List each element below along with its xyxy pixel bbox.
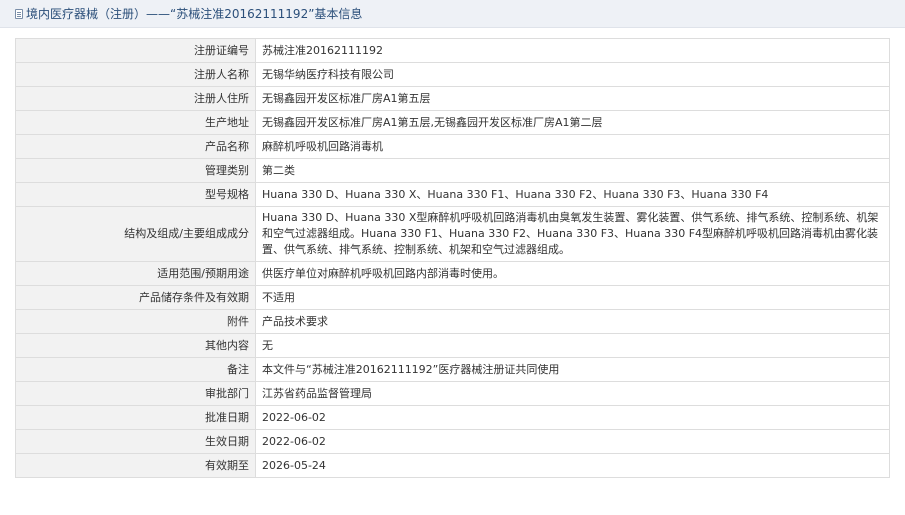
row-label: 审批部门: [15, 381, 256, 406]
table-row: 注册人住所 无锡鑫园开发区标准厂房A1第五层: [15, 86, 890, 111]
row-label: 管理类别: [15, 158, 256, 183]
row-value: 第二类: [255, 158, 890, 183]
row-label: 注册证编号: [15, 38, 256, 63]
row-value: 麻醉机呼吸机回路消毒机: [255, 134, 890, 159]
row-label: 注册人名称: [15, 62, 256, 87]
row-label: 结构及组成/主要组成成分: [15, 206, 256, 262]
row-value: 江苏省药品监督管理局: [255, 381, 890, 406]
info-table: 注册证编号 苏械注准20162111192 注册人名称 无锡华纳医疗科技有限公司…: [15, 38, 890, 478]
row-value: 无锡鑫园开发区标准厂房A1第五层,无锡鑫园开发区标准厂房A1第二层: [255, 110, 890, 135]
row-value: Huana 330 D、Huana 330 X型麻醉机呼吸机回路消毒机由臭氧发生…: [255, 206, 890, 262]
table-row: 结构及组成/主要组成成分 Huana 330 D、Huana 330 X型麻醉机…: [15, 206, 890, 262]
table-row: 附件 产品技术要求: [15, 309, 890, 334]
page-header: 境内医疗器械（注册）——“苏械注准20162111192”基本信息: [0, 0, 905, 28]
page-title: 境内医疗器械（注册）——“苏械注准20162111192”基本信息: [26, 7, 363, 21]
row-label: 批准日期: [15, 405, 256, 430]
table-row: 注册证编号 苏械注准20162111192: [15, 38, 890, 63]
table-row: 适用范围/预期用途 供医疗单位对麻醉机呼吸机回路内部消毒时使用。: [15, 261, 890, 286]
table-row: 有效期至 2026-05-24: [15, 453, 890, 478]
table-row: 批准日期 2022-06-02: [15, 405, 890, 430]
row-label: 产品储存条件及有效期: [15, 285, 256, 310]
row-value: 苏械注准20162111192: [255, 38, 890, 63]
table-row: 生产地址 无锡鑫园开发区标准厂房A1第五层,无锡鑫园开发区标准厂房A1第二层: [15, 110, 890, 135]
row-label: 生产地址: [15, 110, 256, 135]
row-label: 其他内容: [15, 333, 256, 358]
row-label: 产品名称: [15, 134, 256, 159]
row-value: 产品技术要求: [255, 309, 890, 334]
row-value: 不适用: [255, 285, 890, 310]
table-row: 其他内容 无: [15, 333, 890, 358]
row-value: 2022-06-02: [255, 429, 890, 454]
row-value: 无: [255, 333, 890, 358]
row-label: 备注: [15, 357, 256, 382]
row-label: 适用范围/预期用途: [15, 261, 256, 286]
row-value: 无锡华纳医疗科技有限公司: [255, 62, 890, 87]
row-value: Huana 330 D、Huana 330 X、Huana 330 F1、Hua…: [255, 182, 890, 207]
row-label: 附件: [15, 309, 256, 334]
row-value: 供医疗单位对麻醉机呼吸机回路内部消毒时使用。: [255, 261, 890, 286]
row-value: 无锡鑫园开发区标准厂房A1第五层: [255, 86, 890, 111]
row-label: 有效期至: [15, 453, 256, 478]
table-row: 产品名称 麻醉机呼吸机回路消毒机: [15, 134, 890, 159]
document-icon: [15, 8, 23, 19]
row-label: 注册人住所: [15, 86, 256, 111]
table-row: 审批部门 江苏省药品监督管理局: [15, 381, 890, 406]
info-table-container: 注册证编号 苏械注准20162111192 注册人名称 无锡华纳医疗科技有限公司…: [15, 38, 890, 478]
table-row: 注册人名称 无锡华纳医疗科技有限公司: [15, 62, 890, 87]
row-label: 生效日期: [15, 429, 256, 454]
table-row: 产品储存条件及有效期 不适用: [15, 285, 890, 310]
table-row: 生效日期 2022-06-02: [15, 429, 890, 454]
table-row: 管理类别 第二类: [15, 158, 890, 183]
row-value: 2022-06-02: [255, 405, 890, 430]
row-value: 本文件与“苏械注准20162111192”医疗器械注册证共同使用: [255, 357, 890, 382]
table-row: 备注 本文件与“苏械注准20162111192”医疗器械注册证共同使用: [15, 357, 890, 382]
row-value: 2026-05-24: [255, 453, 890, 478]
row-label: 型号规格: [15, 182, 256, 207]
table-row: 型号规格 Huana 330 D、Huana 330 X、Huana 330 F…: [15, 182, 890, 207]
